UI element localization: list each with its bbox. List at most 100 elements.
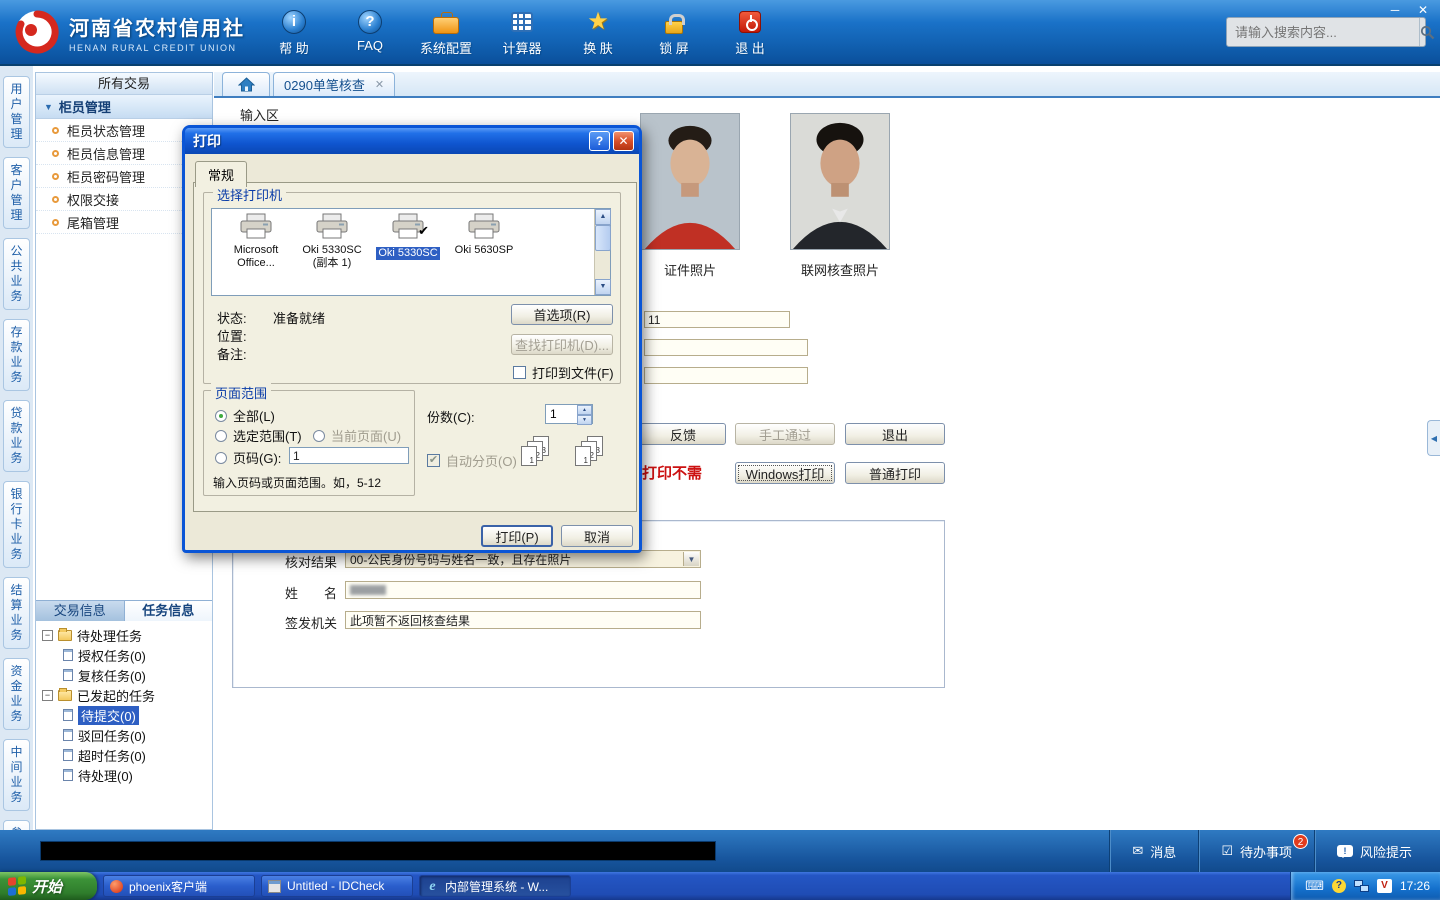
taskbar-item-phoenix[interactable]: phoenix客户端 <box>103 875 255 897</box>
system-tray: ⌨ ? V 17:26 <box>1290 872 1440 900</box>
tree-node-initiated-root[interactable]: − 已发起的任务 <box>42 685 212 705</box>
module-tab-loan[interactable]: 贷款业务 <box>3 400 30 472</box>
find-printer-button[interactable]: 查找打印机(D)... <box>511 334 613 355</box>
module-tab-label: 公共业务 <box>10 244 23 303</box>
toolbar-help[interactable]: i 帮 助 <box>262 7 326 57</box>
risk-tips-button[interactable]: ! 风险提示 <box>1315 830 1434 872</box>
radio-selected-icon[interactable] <box>215 409 227 422</box>
windows-print-button[interactable]: Windows打印 <box>735 462 835 484</box>
printer-list-scrollbar[interactable]: ▲ ▼ <box>594 209 611 295</box>
radio-icon[interactable] <box>313 429 325 442</box>
module-tab-user-mgmt[interactable]: 用户管理 <box>3 76 30 148</box>
status-value: 准备就绪 <box>273 311 326 326</box>
collate-checkbox[interactable]: ✔ 自动分页(O) <box>427 451 517 470</box>
tree-node-to-submit[interactable]: 待提交(0) <box>42 705 212 725</box>
taskbar-item-idcheck[interactable]: Untitled - IDCheck <box>261 875 413 897</box>
todo-button[interactable]: ☑ 待办事项 2 <box>1199 830 1314 872</box>
checkbox-checked-icon[interactable]: ✔ <box>427 454 440 467</box>
tree-node-rejected-tasks[interactable]: 驳回任务(0) <box>42 725 212 745</box>
printer-item-oki5630sp[interactable]: Oki 5630SP <box>446 213 522 295</box>
tree-node-to-process[interactable]: 待处理(0) <box>42 765 212 785</box>
module-tab-customer-mgmt[interactable]: 客户管理 <box>3 157 30 229</box>
partial-field-1[interactable] <box>644 311 790 328</box>
toolbar-skin[interactable]: ★ 换 肤 <box>566 7 630 57</box>
search-input[interactable] <box>1227 24 1419 40</box>
keyboard-icon[interactable]: ⌨ <box>1305 879 1324 893</box>
dialog-close-button[interactable]: ✕ <box>613 131 634 151</box>
partial-field-3[interactable] <box>644 367 808 384</box>
panel-collapse-arrow[interactable]: ◀ <box>1427 420 1440 456</box>
ime-icon[interactable]: V <box>1376 879 1392 893</box>
screen: ─ ✕ 河南省农村信用社 HENAN RURAL CREDIT UNION i … <box>0 0 1440 900</box>
exit-button[interactable]: 退出 <box>845 423 945 445</box>
chevron-down-icon[interactable]: ▼ <box>683 552 699 566</box>
stepper-down-icon[interactable]: ▼ <box>577 415 592 425</box>
printer-item-microsoft[interactable]: Microsoft Office... <box>218 213 294 295</box>
collapse-expander-icon[interactable]: − <box>42 689 53 701</box>
tab-general[interactable]: 常规 <box>195 161 248 187</box>
toolbar-exit[interactable]: 退 出 <box>718 7 782 57</box>
print-dialog-titlebar[interactable]: 打印 ? ✕ <box>185 128 639 154</box>
tab-0290-check[interactable]: 0290单笔核查 ✕ <box>273 72 396 96</box>
preferences-button[interactable]: 首选项(R) <box>511 304 613 325</box>
scrollbar-thumb[interactable] <box>595 225 611 251</box>
tab-trade-info[interactable]: 交易信息 <box>36 601 125 621</box>
tab-task-info[interactable]: 任务信息 <box>124 601 212 621</box>
collapse-expander-icon[interactable]: − <box>42 629 53 641</box>
tree-node-timeout-tasks[interactable]: 超时任务(0) <box>42 745 212 765</box>
dialog-help-button[interactable]: ? <box>589 131 610 151</box>
help-tray-icon[interactable]: ? <box>1331 879 1346 893</box>
close-button[interactable]: ✕ <box>1414 3 1432 18</box>
notice-marquee <box>40 841 716 861</box>
print-to-file-checkbox[interactable]: 打印到文件(F) <box>513 363 614 382</box>
radio-icon[interactable] <box>215 429 227 442</box>
scroll-down-icon[interactable]: ▼ <box>595 279 611 295</box>
module-tab-public-business[interactable]: 公共业务 <box>3 238 30 310</box>
todo-label: 待办事项 <box>1239 844 1292 860</box>
range-all-radio[interactable]: 全部(L) <box>215 406 275 425</box>
toolbar-calculator[interactable]: 计算器 <box>490 7 554 57</box>
tab-home[interactable] <box>222 72 270 96</box>
print-cancel-button[interactable]: 取消 <box>561 525 633 547</box>
start-button[interactable]: 开始 <box>0 872 97 900</box>
printer-item-oki5330sc-selected[interactable]: ✔ Oki 5330SC <box>370 213 446 295</box>
module-tab-bankcard[interactable]: 银行卡业务 <box>3 481 30 568</box>
range-selection-radio[interactable]: 选定范围(T) <box>215 426 302 445</box>
toolbar-faq[interactable]: ? FAQ <box>338 7 402 57</box>
module-tab-settlement[interactable]: 结算业务 <box>3 577 30 649</box>
print-confirm-button[interactable]: 打印(P) <box>481 525 553 547</box>
copies-input[interactable] <box>546 405 577 423</box>
module-tab-funds[interactable]: 资金业务 <box>3 658 30 730</box>
scroll-up-icon[interactable]: ▲ <box>595 209 611 225</box>
manual-pass-button[interactable]: 手工通过 <box>735 423 835 445</box>
copies-label: 份数(C): <box>427 410 475 425</box>
network-icon[interactable] <box>1353 880 1369 892</box>
name-field[interactable] <box>345 581 701 599</box>
pages-input[interactable] <box>289 447 409 464</box>
tree-node-auth-tasks[interactable]: 授权任务(0) <box>42 645 212 665</box>
printer-item-oki5330sc-copy1[interactable]: Oki 5330SC (副本 1) <box>294 213 370 295</box>
normal-print-button[interactable]: 普通打印 <box>845 462 945 484</box>
tab-close-icon[interactable]: ✕ <box>375 78 384 91</box>
module-tab-deposit[interactable]: 存款业务 <box>3 319 30 391</box>
feedback-button[interactable]: 反馈 <box>640 423 726 445</box>
toolbar-lock-screen[interactable]: 锁 屏 <box>642 7 706 57</box>
tree-node-pending-root[interactable]: − 待处理任务 <box>42 625 212 645</box>
nav-group-teller-mgmt[interactable]: ▼ 柜员管理 <box>36 95 212 119</box>
name-label: 姓 名 <box>285 586 338 601</box>
range-pages-radio[interactable]: 页码(G): <box>215 448 281 467</box>
stepper-up-icon[interactable]: ▲ <box>577 405 592 415</box>
issuer-field[interactable]: 此项暂不返回核查结果 <box>345 611 701 629</box>
radio-icon[interactable] <box>215 451 227 464</box>
range-current-radio[interactable]: 当前页面(U) <box>313 426 401 445</box>
tree-node-review-tasks[interactable]: 复核任务(0) <box>42 665 212 685</box>
input-area-label: 输入区 <box>240 108 280 123</box>
taskbar-item-internal-system[interactable]: e 内部管理系统 - W... <box>419 875 571 897</box>
toolbar-system-config[interactable]: 系统配置 <box>414 7 478 57</box>
messages-button[interactable]: ✉ 消息 <box>1110 830 1198 872</box>
minimize-button[interactable]: ─ <box>1386 3 1404 18</box>
partial-field-2[interactable] <box>644 339 808 356</box>
module-tab-intermediate[interactable]: 中间业务 <box>3 739 30 811</box>
checkbox-icon[interactable] <box>513 366 526 379</box>
search-icon[interactable] <box>1419 18 1435 46</box>
